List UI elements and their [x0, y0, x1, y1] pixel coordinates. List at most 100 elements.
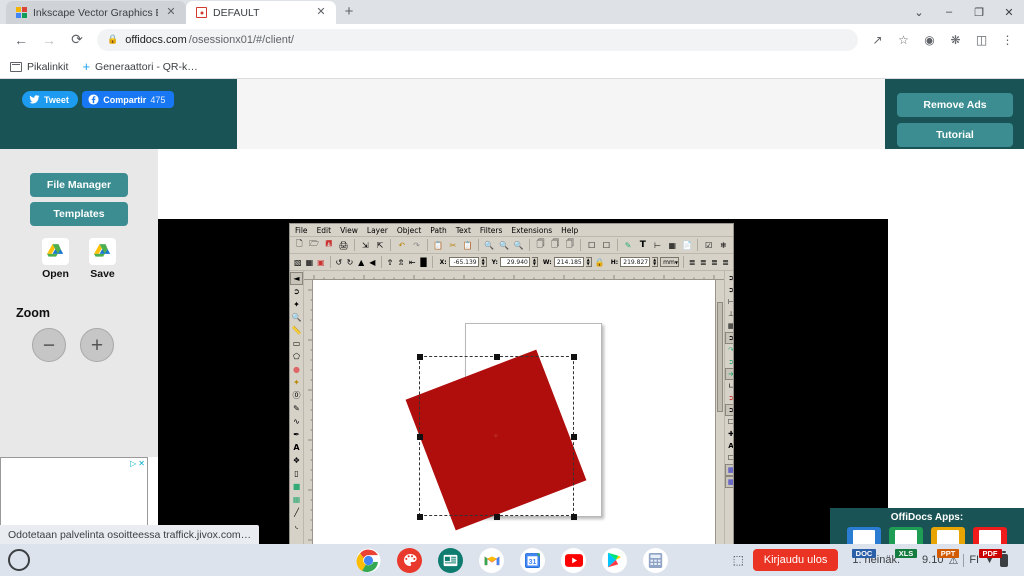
w-input[interactable]: 214.185: [553, 257, 584, 267]
paint-icon[interactable]: [397, 547, 422, 573]
offidocs-icon[interactable]: [438, 547, 463, 573]
selector-tool[interactable]: ◄: [290, 272, 303, 285]
tutorial-button[interactable]: Tutorial: [897, 123, 1013, 147]
zoom-tool[interactable]: 🔍: [290, 311, 303, 324]
tweet-button[interactable]: Tweet: [22, 91, 78, 108]
x-spinner[interactable]: ▲ ▼: [480, 257, 487, 267]
affect-patterns-icon[interactable]: ≣: [721, 256, 730, 269]
flip-horizontal-icon[interactable]: ▲: [357, 256, 366, 269]
calculator-icon[interactable]: [643, 547, 668, 573]
forward-icon[interactable]: →: [36, 27, 62, 53]
spray-tool[interactable]: ❖: [290, 454, 303, 467]
resize-handle-sw[interactable]: [417, 514, 423, 520]
select-all-layers-icon[interactable]: ▦: [305, 256, 315, 269]
object-icon[interactable]: ➲: [725, 332, 733, 344]
logout-button[interactable]: Kirjaudu ulos: [752, 549, 839, 571]
resize-handle-w[interactable]: [417, 434, 423, 440]
resize-handle-ne[interactable]: [571, 354, 577, 360]
trace-bitmap-icon[interactable]: ➲: [725, 404, 733, 416]
chevron-down-icon[interactable]: ⌄: [904, 0, 934, 24]
delete-node-icon[interactable]: ✚: [725, 428, 733, 440]
undo-icon[interactable]: ↶: [395, 239, 408, 252]
lower-to-bottom-icon[interactable]: █: [419, 256, 428, 269]
remove-ads-button[interactable]: Remove Ads: [897, 93, 1013, 117]
unlink-clone-icon[interactable]: 🗍: [564, 239, 577, 252]
drive-save-button[interactable]: Save: [89, 238, 116, 280]
open-document-icon[interactable]: 🗁: [308, 239, 321, 252]
menu-extensions[interactable]: Extensions: [511, 226, 552, 235]
group-icon[interactable]: ☐: [585, 239, 598, 252]
deselect-icon[interactable]: ▣: [316, 256, 326, 269]
pencil-tool[interactable]: ✎: [290, 402, 303, 415]
y-spinner[interactable]: ▲ ▼: [531, 257, 538, 267]
text-tool[interactable]: A: [290, 441, 303, 454]
file-manager-button[interactable]: File Manager: [30, 173, 128, 197]
import-icon[interactable]: ⇲: [359, 239, 372, 252]
text-properties-icon[interactable]: T: [636, 239, 649, 252]
stroke-to-path-icon[interactable]: ➲: [725, 392, 733, 404]
resize-handle-s[interactable]: [494, 514, 500, 520]
extensions-puzzle-icon[interactable]: ❋: [947, 31, 964, 48]
snap-icon[interactable]: ❄: [717, 239, 730, 252]
rectangle-tool[interactable]: ▭: [290, 337, 303, 350]
minimize-icon[interactable]: –: [934, 0, 964, 24]
unit-select[interactable]: mm ▼: [660, 257, 679, 267]
paste-icon[interactable]: 📋: [461, 239, 474, 252]
back-icon[interactable]: ←: [8, 27, 34, 53]
node-tool[interactable]: ➲: [290, 285, 303, 298]
ad-choices-badge[interactable]: ▷ ✕: [130, 459, 145, 468]
connector-tool[interactable]: ◟: [290, 519, 303, 532]
facebook-share-button[interactable]: Compartir 475: [82, 91, 175, 108]
ellipse-tool[interactable]: ●: [290, 363, 303, 376]
dropper-tool[interactable]: ╱: [290, 506, 303, 519]
menu-text[interactable]: Text: [456, 226, 471, 235]
youtube-icon[interactable]: [561, 547, 586, 573]
raise-icon[interactable]: ⇯: [397, 256, 406, 269]
y-input[interactable]: 29.940: [499, 257, 530, 267]
affect-stroke-width-icon[interactable]: ≣: [688, 256, 697, 269]
close-icon[interactable]: ✕: [314, 6, 328, 20]
text-icon[interactable]: A: [725, 440, 733, 452]
menu-file[interactable]: File: [295, 226, 308, 235]
add-node-icon[interactable]: ☐: [725, 416, 733, 428]
ad-close-icon[interactable]: ✕: [138, 459, 145, 468]
maximize-icon[interactable]: ❐: [964, 0, 994, 24]
zoom-page-icon[interactable]: 🔍: [512, 239, 525, 252]
gradient-tool[interactable]: ▦: [290, 493, 303, 506]
new-document-icon[interactable]: 🗋: [293, 239, 306, 252]
chrome-menu-icon[interactable]: ⋮: [999, 31, 1016, 48]
window-overview-icon[interactable]: ⬚: [730, 552, 747, 569]
ungroup-icon[interactable]: ☐: [600, 239, 613, 252]
node-icon[interactable]: ➲: [725, 284, 733, 296]
lock-aspect-icon[interactable]: 🔒: [594, 256, 606, 269]
resize-handle-se[interactable]: [571, 514, 577, 520]
close-window-icon[interactable]: ✕: [994, 0, 1024, 24]
menu-edit[interactable]: Edit: [317, 226, 332, 235]
resize-handle-nw[interactable]: [417, 354, 423, 360]
rotate-90-cw-icon[interactable]: ↻: [345, 256, 354, 269]
launcher-icon[interactable]: [8, 549, 30, 571]
extension-blue-icon[interactable]: ◉: [921, 31, 938, 48]
templates-button[interactable]: Templates: [30, 202, 128, 226]
new-tab-button[interactable]: +: [336, 1, 362, 24]
side-panel-icon[interactable]: ◫: [973, 31, 990, 48]
scroll-thumb[interactable]: [717, 302, 723, 412]
preferences-icon[interactable]: ☑: [702, 239, 715, 252]
h-spinner[interactable]: ▲ ▼: [652, 257, 659, 267]
affect-rounded-corners-icon[interactable]: ≣: [699, 256, 708, 269]
distribute-icon[interactable]: ▦: [725, 320, 733, 332]
eraser-tool[interactable]: ▯: [290, 467, 303, 480]
duplicate-icon[interactable]: 🗍: [534, 239, 547, 252]
align-distribute-icon[interactable]: ▦: [666, 239, 679, 252]
fill-stroke-icon[interactable]: ✎: [622, 239, 635, 252]
menu-path[interactable]: Path: [430, 226, 446, 235]
play-store-icon[interactable]: [602, 547, 627, 573]
fill-icon[interactable]: ☐: [725, 452, 733, 464]
bookmark-pikalinkit[interactable]: Pikalinkit: [10, 61, 68, 73]
w-spinner[interactable]: ▲ ▼: [585, 257, 592, 267]
menu-filters[interactable]: Filters: [480, 226, 502, 235]
measure-tool[interactable]: 📏: [290, 324, 303, 337]
zoom-selection-icon[interactable]: 🔍: [483, 239, 496, 252]
menu-object[interactable]: Object: [397, 226, 421, 235]
vertical-scrollbar[interactable]: [715, 280, 724, 576]
